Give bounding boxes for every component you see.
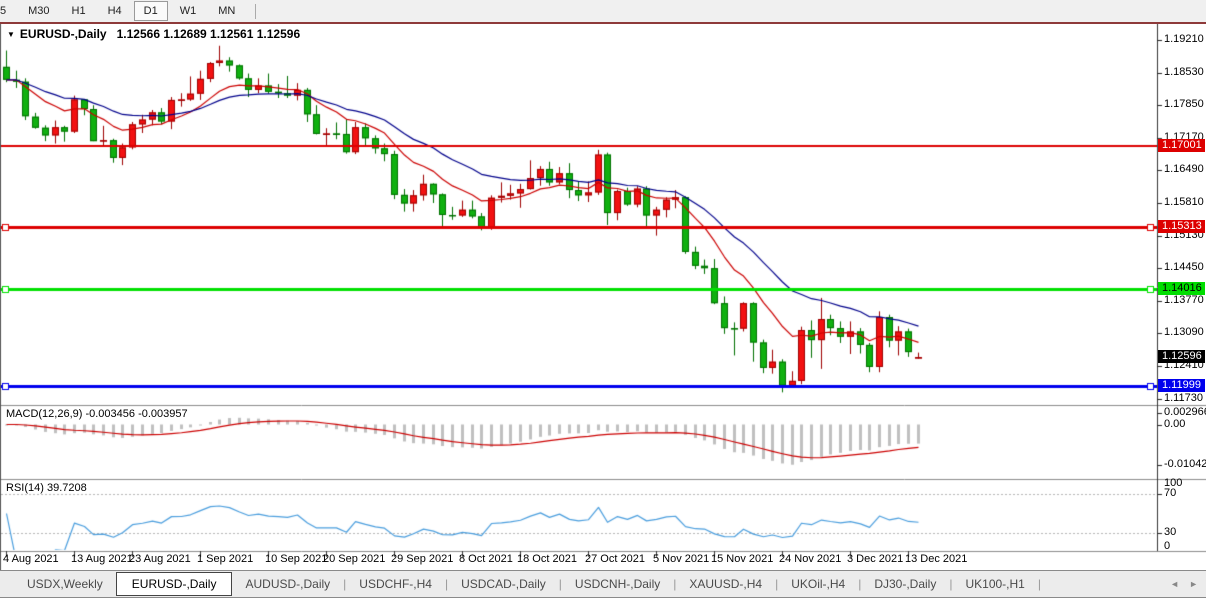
timeframe-button-5[interactable]: 5 bbox=[0, 1, 16, 21]
toolbar-separator bbox=[255, 4, 256, 19]
tab-xauusd-h4[interactable]: XAUUSD-,H4 bbox=[676, 573, 775, 595]
tab-scroll-arrows: ◄► bbox=[1170, 579, 1198, 589]
tab-usdcad-daily[interactable]: USDCAD-,Daily bbox=[448, 573, 559, 595]
timeframe-button-h1[interactable]: H1 bbox=[62, 1, 96, 21]
tab-scroll-right-icon[interactable]: ► bbox=[1189, 579, 1198, 589]
timeframe-button-m30[interactable]: M30 bbox=[18, 1, 59, 21]
tab-usdchf-h4[interactable]: USDCHF-,H4 bbox=[346, 573, 445, 595]
tab-uk100-h1[interactable]: UK100-,H1 bbox=[952, 573, 1037, 595]
tab-usdx-weekly[interactable]: USDX,Weekly bbox=[14, 573, 116, 595]
chart-tabs-bar: USDX,WeeklyEURUSD-,DailyAUDUSD-,Daily | US… bbox=[0, 570, 1206, 598]
timeframe-button-mn[interactable]: MN bbox=[208, 1, 245, 21]
timeframe-button-w1[interactable]: W1 bbox=[170, 1, 207, 21]
timeframe-button-h4[interactable]: H4 bbox=[98, 1, 132, 21]
trading-terminal-window: 5M30H1H4D1W1MN ▼ EURUSD-,Daily 1.12566 1.1… bbox=[0, 0, 1206, 598]
chart-dropdown-icon[interactable]: ▼ bbox=[7, 30, 15, 39]
timeframe-button-d1[interactable]: D1 bbox=[134, 1, 168, 21]
tab-usdcnh-daily[interactable]: USDCNH-,Daily bbox=[562, 573, 673, 595]
chart-ohlc-values: 1.12566 1.12689 1.12561 1.12596 bbox=[117, 27, 301, 41]
toolbar-divider bbox=[0, 22, 1206, 24]
chart-symbol-period: EURUSD-,Daily bbox=[20, 27, 107, 41]
tab-dj30-daily[interactable]: DJ30-,Daily bbox=[861, 573, 949, 595]
tab-eurusd-daily[interactable]: EURUSD-,Daily bbox=[116, 572, 233, 596]
chart-title: ▼ EURUSD-,Daily 1.12566 1.12689 1.12561 1.… bbox=[7, 27, 300, 41]
tab-separator: | bbox=[1038, 577, 1041, 591]
tab-audusd-daily[interactable]: AUDUSD-,Daily bbox=[232, 573, 343, 595]
tab-scroll-left-icon[interactable]: ◄ bbox=[1170, 579, 1179, 589]
macd-label: MACD(12,26,9) -0.003456 -0.003957 bbox=[6, 408, 188, 420]
tab-ukoil-h4[interactable]: UKOil-,H4 bbox=[778, 573, 858, 595]
rsi-label: RSI(14) 39.7208 bbox=[6, 482, 87, 494]
price-chart-canvas[interactable] bbox=[0, 24, 1206, 570]
timeframe-toolbar: 5M30H1H4D1W1MN bbox=[0, 0, 1206, 22]
